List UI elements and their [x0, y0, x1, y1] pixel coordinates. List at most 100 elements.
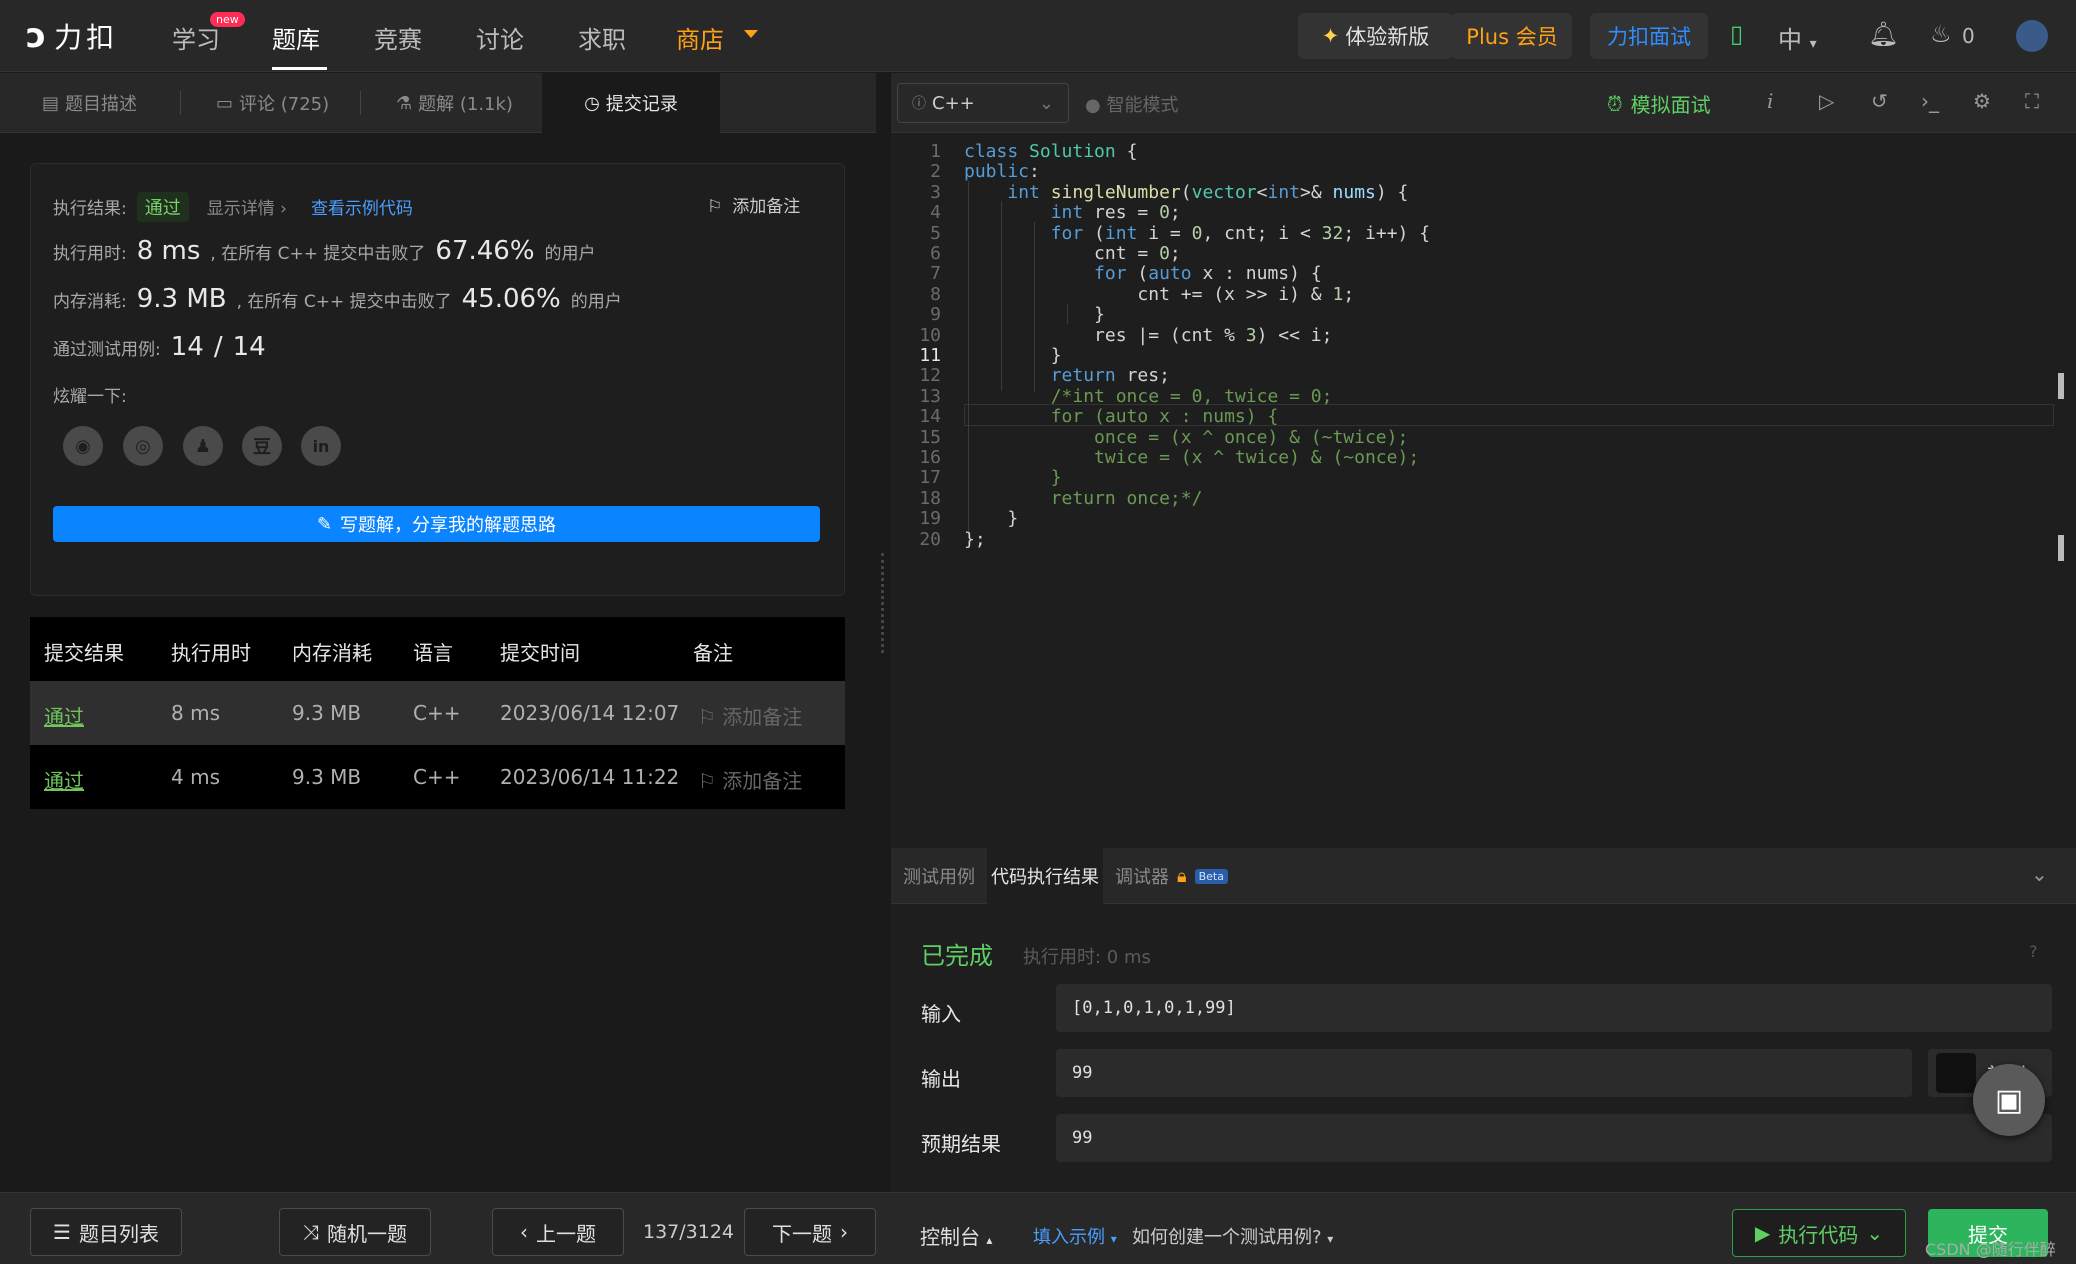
runtime-value: 8 ms [136, 236, 201, 266]
language-switch[interactable]: 中 ▾ [1778, 20, 1817, 55]
scroll-marker [2058, 373, 2064, 399]
tab-run-result[interactable]: 代码执行结果 [987, 848, 1103, 904]
random-problem-button[interactable]: ⤨ 随机一题 [279, 1208, 431, 1256]
new-badge: new [210, 12, 245, 27]
row-status-link[interactable]: 通过 [44, 701, 84, 730]
run-label: 执行代码 [1778, 1222, 1859, 1247]
input-value: [0,1,0,1,0,1,99] [1056, 984, 2052, 1032]
qq-icon[interactable]: ♟ [183, 426, 223, 466]
code-line[interactable]: for (auto x : nums) { [964, 263, 1322, 284]
code-line[interactable]: return once;*/ [964, 488, 1203, 509]
linkedin-icon[interactable]: in [301, 426, 341, 466]
tab-testcase-label: 测试用例 [903, 867, 975, 888]
nav-jobs[interactable]: 求职 [578, 20, 626, 55]
logo[interactable]: ↄ 力扣 [26, 16, 118, 56]
pane-splitter[interactable] [876, 73, 891, 1192]
table-row[interactable]: 通过 8 ms 9.3 MB C++ 2023/06/14 12:07 ⚐ 添加… [30, 681, 845, 745]
tab-comments[interactable]: ▭ 评论 (725) [216, 73, 329, 133]
try-new-version-button[interactable]: ✦ 体验新版 [1298, 13, 1453, 59]
nav-discuss[interactable]: 讨论 [476, 20, 524, 55]
ai-mode-label: 智能模式 [1106, 95, 1179, 116]
write-solution-button[interactable]: ✎ 写题解，分享我的解题思路 [53, 506, 820, 542]
store-caret-icon[interactable] [744, 30, 758, 38]
tab-description[interactable]: ▤ 题目描述 [42, 73, 137, 133]
runtime-percent: 67.46% [435, 236, 535, 266]
tab-submissions[interactable]: ◷ 提交记录 [542, 73, 720, 133]
header-time: 提交时间 [500, 641, 580, 665]
how-create-testcase[interactable]: 如何创建一个测试用例? ▾ [1132, 1223, 1333, 1249]
memory-text: , 在所有 C++ 提交中击败了 [236, 292, 452, 312]
row-status-link[interactable]: 通过 [44, 765, 84, 794]
code-line[interactable]: return res; [964, 365, 1170, 386]
fill-example-button[interactable]: 填入示例 ▾ [1033, 1223, 1117, 1249]
add-note-button[interactable]: ⚐ 添加备注 [707, 192, 800, 217]
document-icon: ▤ [42, 92, 60, 114]
code-line[interactable]: for (int i = 0, cnt; i < 32; i++) { [964, 223, 1430, 244]
collapse-chevron-icon[interactable]: ⌄ [2031, 862, 2048, 886]
tab-debugger[interactable]: 调试器 🔒︎ Beta [1115, 848, 1228, 904]
avatar[interactable] [2016, 20, 2048, 52]
testcase-total: 14 [232, 332, 266, 362]
header-runtime: 执行用时 [171, 641, 251, 665]
ai-mode-toggle[interactable]: ● 智能模式 [1085, 91, 1178, 117]
code-line[interactable]: } [964, 345, 1062, 366]
tab-testcase[interactable]: 测试用例 [891, 848, 987, 904]
view-sample-code-link[interactable]: 查看示例代码 [311, 194, 413, 219]
help-icon[interactable]: ? [2029, 942, 2038, 961]
floating-note-button[interactable]: ▣ [1973, 1064, 2045, 1136]
table-row[interactable]: 通过 4 ms 9.3 MB C++ 2023/06/14 11:22 ⚐ 添加… [30, 745, 845, 809]
console-toggle[interactable]: 控制台 ▴ [920, 1221, 992, 1250]
problem-list-button[interactable]: ☰ 题目列表 [30, 1208, 182, 1256]
info-italic-icon[interactable]: i [1767, 89, 1773, 113]
language-select[interactable]: ⓘ C++ ⌄ [897, 83, 1069, 123]
bell-icon[interactable]: 🔔︎ [1868, 20, 1898, 48]
drag-handle-icon [881, 553, 884, 653]
nav-contest[interactable]: 竞赛 [374, 20, 422, 55]
code-line[interactable]: res |= (cnt % 3) << i; [964, 325, 1332, 346]
code-line[interactable]: cnt = 0; [964, 243, 1181, 264]
chevron-down-icon: ⌄ [1866, 1221, 1884, 1245]
row-add-note[interactable]: ⚐ 添加备注 [698, 765, 802, 794]
code-line[interactable]: } [964, 467, 1062, 488]
code-line[interactable]: } [964, 304, 1105, 325]
tab-solutions[interactable]: ⚗ 题解 (1.1k) [396, 73, 513, 133]
code-line[interactable]: int res = 0; [964, 202, 1181, 223]
terminal-icon[interactable]: ›_ [1921, 89, 1939, 113]
code-line[interactable]: } [964, 508, 1018, 529]
reset-icon[interactable]: ↺ [1871, 89, 1888, 113]
line-number: 3 [930, 181, 941, 203]
code-line[interactable]: for (auto x : nums) { [964, 406, 1279, 427]
mobile-icon[interactable]: ▯ [1730, 20, 1743, 48]
prev-problem-button[interactable]: ‹ 上一题 [492, 1208, 624, 1256]
code-line[interactable]: /*int once = 0, twice = 0; [964, 386, 1333, 407]
nav-store[interactable]: 商店 [676, 20, 724, 55]
mock-interview-button[interactable]: ⏰︎ 模拟面试 [1607, 89, 1711, 118]
row-add-note[interactable]: ⚐ 添加备注 [698, 701, 802, 730]
settings-icon[interactable]: ⚙ [1973, 89, 1991, 113]
fullscreen-icon[interactable]: ⛶ [2025, 89, 2039, 113]
submissions-table: 提交结果 执行用时 内存消耗 语言 提交时间 备注 通过 8 ms 9.3 MB… [30, 617, 845, 809]
console-label: 控制台 [920, 1225, 980, 1249]
run-code-button[interactable]: ▶ 执行代码 ⌄ [1732, 1209, 1906, 1257]
plus-member-button[interactable]: Plus 会员 [1452, 13, 1572, 59]
weibo-icon[interactable]: ◎ [123, 426, 163, 466]
code-line[interactable]: twice = (x ^ twice) & (~once); [964, 447, 1419, 468]
code-line[interactable]: cnt += (x >> i) & 1; [964, 284, 1354, 305]
nav-problems[interactable]: 题库 [272, 20, 320, 55]
diff-switch[interactable] [1936, 1053, 1976, 1093]
code-line[interactable]: class Solution { [964, 141, 1137, 162]
code-area[interactable]: 1 class Solution {2 public: 3 int singleNum… [891, 133, 2076, 848]
line-number: 19 [919, 508, 941, 530]
interview-button[interactable]: 力扣面试 [1590, 13, 1708, 59]
code-line[interactable]: int singleNumber(vector<int>& nums) { [964, 182, 1408, 203]
douban-icon[interactable]: 豆 [242, 426, 282, 466]
fire-icon[interactable]: ♨ [1930, 20, 1952, 48]
code-line[interactable]: }; [964, 529, 986, 550]
wechat-icon[interactable]: ◉ [63, 426, 103, 466]
show-detail-link[interactable]: 显示详情 › [207, 194, 287, 219]
play-icon[interactable]: ▷ [1819, 89, 1834, 113]
code-line[interactable]: public: [964, 161, 1040, 182]
next-problem-button[interactable]: 下一题 › [744, 1208, 876, 1256]
write-solution-label: 写题解，分享我的解题思路 [340, 515, 557, 536]
code-line[interactable]: once = (x ^ once) & (~twice); [964, 427, 1408, 448]
